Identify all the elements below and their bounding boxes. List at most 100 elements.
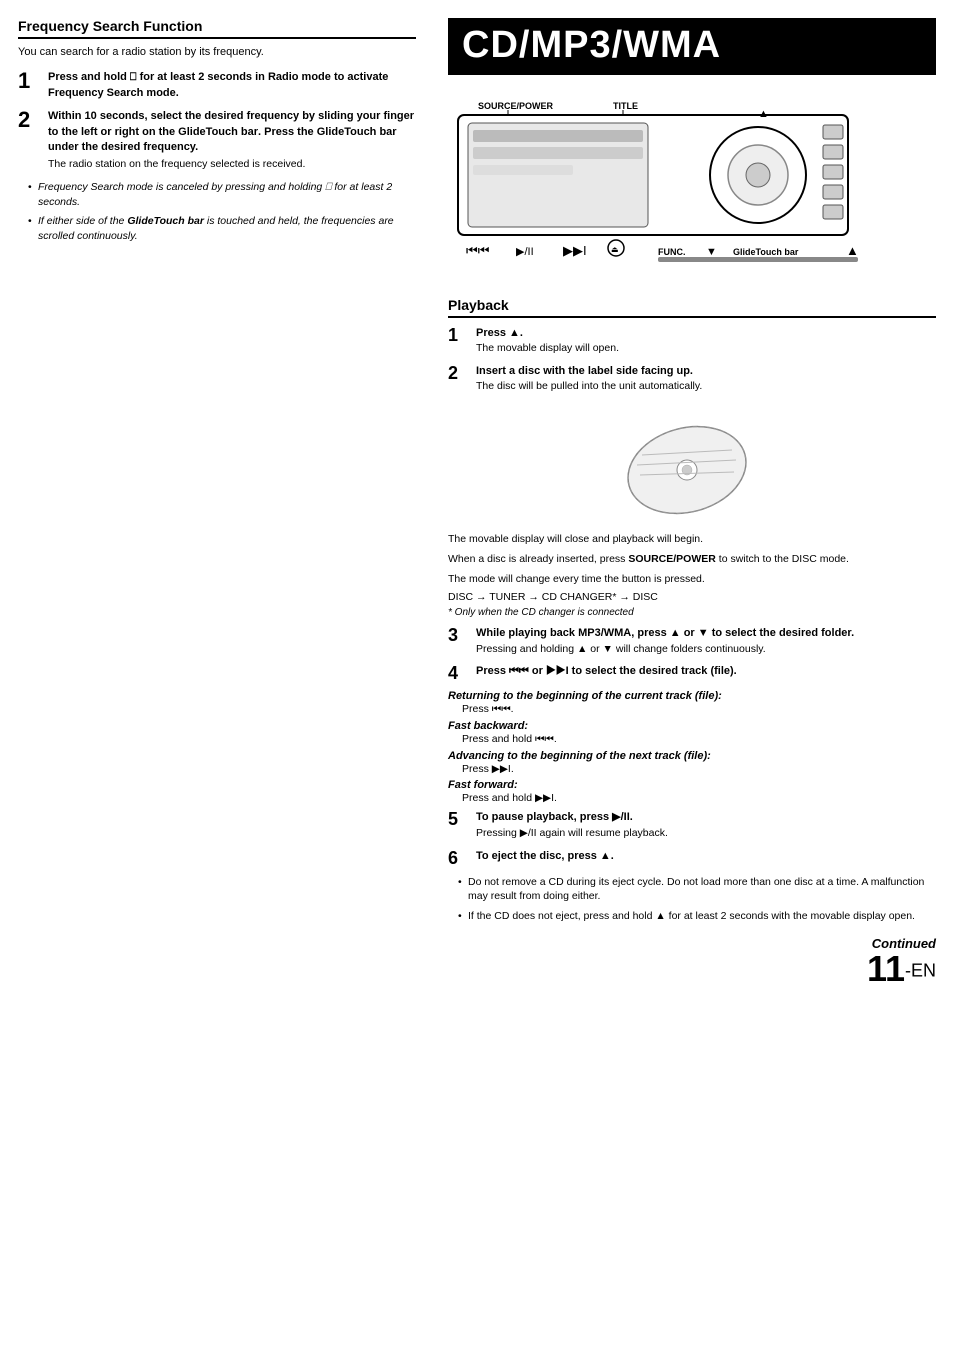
display-line3 (473, 165, 573, 175)
sub-section-2: Fast backward: Press and hold ⏮⏮. (448, 720, 936, 746)
continued-label: Continued (448, 936, 936, 951)
pb-step-5-content: To pause playback, press ▶/II. Pressing … (476, 810, 936, 840)
bullet-2-text: If either side of the GlideTouch bar is … (38, 215, 394, 242)
pb-note-3: The mode will change every time the butt… (448, 572, 936, 588)
pb-step-3-content: While playing back MP3/WMA, press ▲ or ▼… (476, 626, 936, 656)
sub-heading-2: Fast backward: (448, 720, 936, 732)
pb-step-3-num: 3 (448, 626, 470, 644)
glide-touch-diagram-label: GlideTouch bar (733, 247, 799, 257)
right-button-5 (823, 205, 843, 219)
pb-step-5-num: 5 (448, 810, 470, 828)
bottom-bullet-1: Do not remove a CD during its eject cycl… (458, 875, 936, 904)
bottom-bullet-2: If the CD does not eject, press and hold… (458, 909, 936, 924)
right-button-1 (823, 125, 843, 139)
step-1: 1 Press and hold ⎕ for at least 2 second… (18, 70, 416, 101)
sub-section-3: Advancing to the beginning of the next t… (448, 750, 936, 775)
pb-step-1-content: Press ▲. The movable display will open. (476, 326, 936, 356)
small-btn-icon: ⏏ (611, 245, 619, 254)
sub-section-1: Returning to the beginning of the curren… (448, 690, 936, 716)
step-2-sub: The radio station on the frequency selec… (48, 157, 416, 172)
glide-touch-ref2: GlideTouch bar (317, 126, 397, 138)
sub-detail-2: Press and hold ⏮⏮. (462, 733, 936, 746)
device-diagram: SOURCE/POWER TITLE ▲ (448, 95, 936, 285)
cd-mp3-wma-title: CD/MP3/WMA (448, 18, 936, 75)
pb-step-3: 3 While playing back MP3/WMA, press ▲ or… (448, 626, 936, 656)
sub-heading-3: Advancing to the beginning of the next t… (448, 750, 936, 762)
pb-step-2: 2 Insert a disc with the label side faci… (448, 364, 936, 394)
freq-intro: You can search for a radio station by it… (18, 45, 416, 60)
step-1-text: Press and hold ⎕ for at least 2 seconds … (48, 70, 416, 101)
page-number: 11 (867, 948, 905, 989)
step-1-content: Press and hold ⎕ for at least 2 seconds … (48, 70, 416, 101)
disc-flow: DISC → TUNER → CD CHANGER* → DISC (448, 591, 936, 603)
glide-touch-ref3: GlideTouch bar (127, 215, 204, 227)
device-svg: SOURCE/POWER TITLE ▲ (448, 95, 878, 285)
freq-bullets: Frequency Search mode is canceled by pre… (28, 180, 416, 244)
pb-note-2: When a disc is already inserted, press S… (448, 552, 936, 568)
display-line1 (473, 130, 643, 142)
step-2-num: 2 (18, 109, 42, 131)
sub-detail-4: Press and hold ▶▶I. (462, 792, 936, 804)
right-button-2 (823, 145, 843, 159)
pb-step-5-bold: To pause playback, press ▶/II. (476, 810, 936, 825)
source-power-label: SOURCE/POWER (478, 101, 554, 111)
pb-step-6-num: 6 (448, 849, 470, 867)
sub-heading-4: Fast forward: (448, 779, 936, 791)
step-1-num: 1 (18, 70, 42, 92)
pb-step-2-sub: The disc will be pulled into the unit au… (476, 379, 936, 394)
bullet-2: If either side of the GlideTouch bar is … (28, 214, 416, 243)
pb-step-6: 6 To eject the disc, press ▲. (448, 849, 936, 867)
pb-step-4-bold: Press ⏮⏮ or ▶▶I to select the desired tr… (476, 664, 936, 679)
pb-step-6-bold: To eject the disc, press ▲. (476, 849, 936, 864)
main-knob-center (746, 163, 770, 187)
disc-illustration (448, 410, 936, 520)
right-button-4 (823, 185, 843, 199)
asterisk-note: * Only when the CD changer is connected (448, 607, 936, 618)
sub-heading-1: Returning to the beginning of the curren… (448, 690, 936, 702)
next-btn-label: ▶▶I (563, 243, 587, 258)
pb-step-2-num: 2 (448, 364, 470, 382)
sub-detail-3: Press ▶▶I. (462, 763, 936, 775)
playpause-btn-label: ▶/II (516, 246, 534, 258)
right-button-3 (823, 165, 843, 179)
pb-step-1-bold: Press ▲. (476, 326, 936, 341)
step-2-text: Within 10 seconds, select the desired fr… (48, 109, 416, 155)
pb-step-4-content: Press ⏮⏮ or ▶▶I to select the desired tr… (476, 664, 936, 679)
bullet-1-text: Frequency Search mode is canceled by pre… (38, 181, 392, 208)
left-column: Frequency Search Function You can search… (18, 18, 438, 1328)
pb-step-5-sub: Pressing ▶/II again will resume playback… (476, 826, 936, 841)
pb-step-1-num: 1 (448, 326, 470, 344)
eject-bottom-label: ▲ (846, 243, 859, 258)
playback-title: Playback (448, 297, 936, 318)
pb-step-2-content: Insert a disc with the label side facing… (476, 364, 936, 394)
pb-step-2-bold: Insert a disc with the label side facing… (476, 364, 936, 379)
title-label: TITLE (613, 101, 638, 111)
page-number-line: 11-EN (448, 951, 936, 987)
bullet-1: Frequency Search mode is canceled by pre… (28, 180, 416, 209)
pb-step-4: 4 Press ⏮⏮ or ▶▶I to select the desired … (448, 664, 936, 682)
prev-btn-label: ⏮⏮ (466, 243, 490, 258)
pb-note-1: The movable display will close and playb… (448, 532, 936, 548)
pb-step-1-sub: The movable display will open. (476, 341, 936, 356)
step-2-content: Within 10 seconds, select the desired fr… (48, 109, 416, 172)
glide-touch-bar-shape (658, 257, 858, 262)
down-arrow-label: ▼ (706, 246, 717, 258)
pb-step-6-content: To eject the disc, press ▲. (476, 849, 936, 864)
pb-step-3-sub: Pressing and holding ▲ or ▼ will change … (476, 642, 936, 657)
freq-search-title: Frequency Search Function (18, 18, 416, 39)
pb-step-5: 5 To pause playback, press ▶/II. Pressin… (448, 810, 936, 840)
func-label: FUNC. (658, 247, 686, 257)
glide-touch-ref1: GlideTouch bar (178, 126, 258, 138)
bottom-bullets: Do not remove a CD during its eject cycl… (458, 875, 936, 924)
sub-detail-1: Press ⏮⏮. (462, 703, 936, 716)
right-column: CD/MP3/WMA SOURCE/POWER TITLE ▲ (438, 18, 936, 1328)
display-line2 (473, 147, 643, 159)
pb-step-4-num: 4 (448, 664, 470, 682)
pb-step-3-bold: While playing back MP3/WMA, press ▲ or ▼… (476, 626, 936, 641)
sub-section-4: Fast forward: Press and hold ▶▶I. (448, 779, 936, 804)
page-suffix: -EN (905, 960, 936, 980)
disc-svg (612, 410, 772, 520)
step-2: 2 Within 10 seconds, select the desired … (18, 109, 416, 172)
continued-section: Continued 11-EN (448, 936, 936, 987)
pb-step-1: 1 Press ▲. The movable display will open… (448, 326, 936, 356)
